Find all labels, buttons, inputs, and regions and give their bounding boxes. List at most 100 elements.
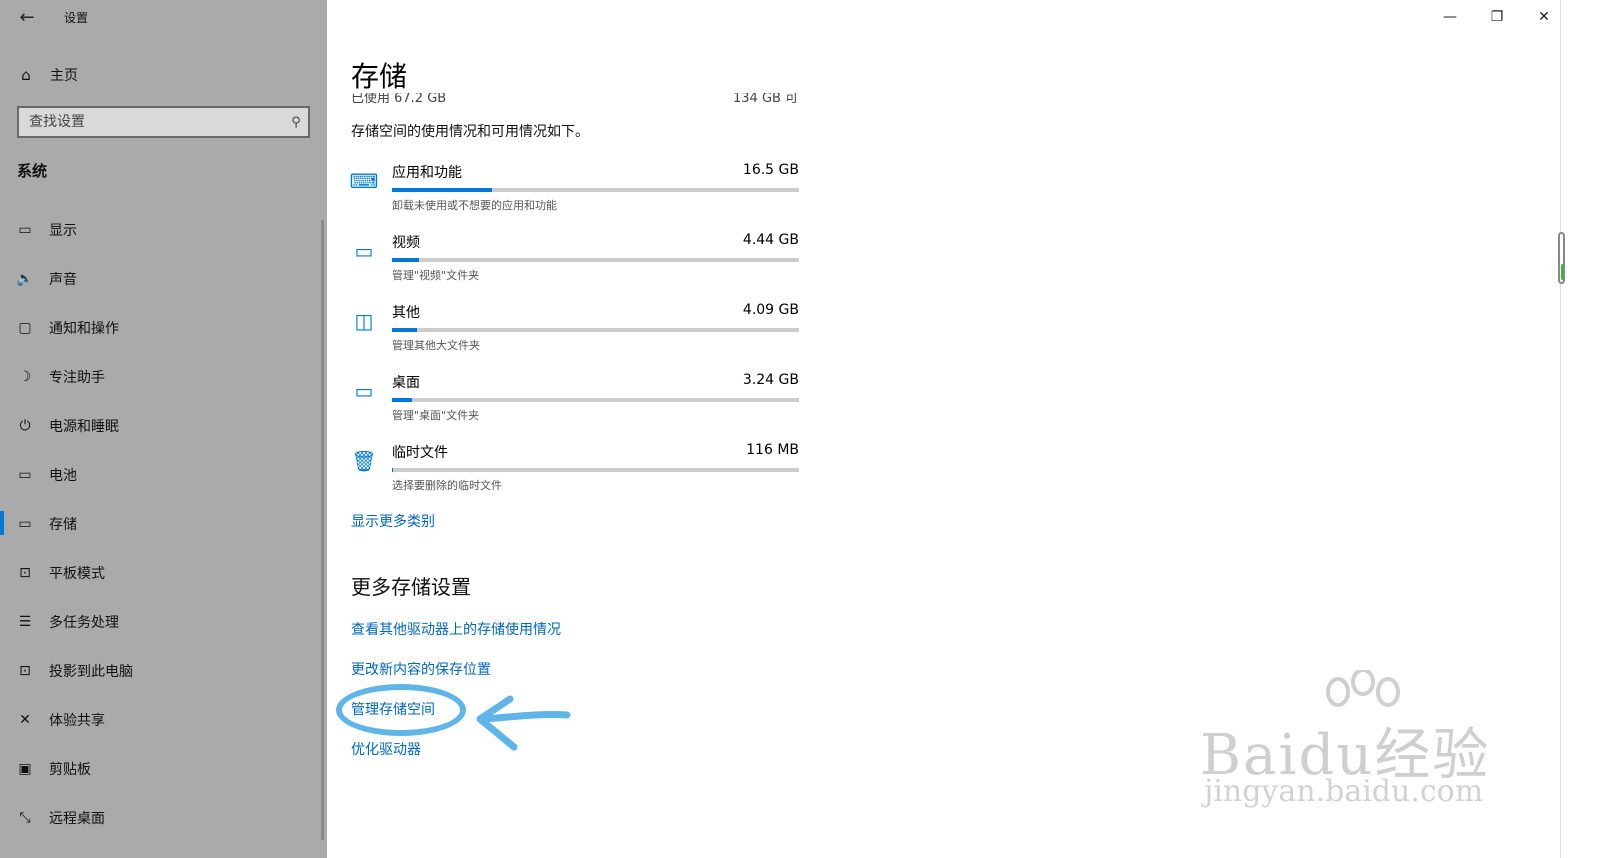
annotation-arrow-icon [476,695,571,751]
storage-category[interactable]: 🗑 临时文件 116 MB 选择要删除的临时文件 [351,442,801,500]
scrollbar-highlight [1561,264,1564,280]
sidebar-item-9[interactable]: ⊡ 投影到此电脑 [0,646,327,695]
category-name: 临时文件 [392,445,448,461]
restore-icon: ❐ [1490,9,1504,25]
arrow-left-icon: ← [19,6,35,28]
sidebar-item-label: 多任务处理 [49,614,119,631]
other-drives-usage-link[interactable]: 查看其他驱动器上的存储使用情况 [351,619,561,639]
search-box[interactable]: ⚲ [17,106,310,138]
usage-bar [392,398,799,402]
sidebar-item-label: 存储 [49,516,77,533]
sidebar-item-6[interactable]: ▭ 存储 [0,499,327,548]
sidebar-item-label: 电源和睡眠 [49,418,119,435]
category-name: 桌面 [392,375,420,391]
sidebar-item-label: 体验共享 [49,712,105,729]
category-name: 视频 [392,235,420,251]
sidebar-item-3[interactable]: ☽ 专注助手 [0,352,327,401]
storage-category[interactable]: ⌨ 应用和功能 16.5 GB 卸载未使用或不想要的应用和功能 [349,162,801,220]
desktop-icon: ▭ [354,379,374,403]
trash-icon: 🗑 [351,449,377,473]
sidebar-item-label: 投影到此电脑 [49,663,133,680]
sidebar-item-2[interactable]: ▢ 通知和操作 [0,303,327,352]
sidebar-item-label: 通知和操作 [49,320,119,337]
category-size: 4.44 GB [742,232,799,248]
battery-icon: ▭ [18,466,32,483]
change-save-location-link[interactable]: 更改新内容的保存位置 [351,659,491,679]
usage-bar [392,258,799,262]
main-scrollbar-track[interactable] [1560,0,1561,858]
storage-description: 存储空间的使用情况和可用情况如下。 [351,124,589,140]
notification-icon: ▢ [18,319,32,336]
monitor-icon: ▭ [18,221,32,238]
usage-bar-fill [392,188,492,192]
sidebar-item-0[interactable]: ▭ 显示 [0,205,327,254]
share-icon: ✕ [19,711,31,728]
sidebar-item-home[interactable]: ⌂ 主页 [0,60,327,90]
usage-bar [392,328,799,332]
sidebar-item-8[interactable]: ☰ 多任务处理 [0,597,327,646]
sidebar-item-label: 显示 [49,222,77,239]
more-storage-heading: 更多存储设置 [351,575,471,599]
minimize-button[interactable]: — [1427,4,1473,30]
title-bar: ← 设置 [0,0,327,34]
category-name: 应用和功能 [392,165,462,181]
category-description: 管理"视频"文件夹 [392,269,480,282]
keyboard-icon: ⌨ [349,169,379,193]
watermark-url: jingyan.baidu.com [1204,774,1484,809]
active-indicator [0,511,4,535]
sidebar-item-label: 剪贴板 [49,761,91,778]
remote-icon: ⤡ [19,809,31,826]
search-input[interactable] [19,114,284,130]
sidebar-nav: ▭ 显示 🔈 声音 ▢ 通知和操作 ☽ 专注助手 ⏻ 电源和睡眠 ▭ 电池 ▭ 存储 ⊡ 平板模式 ☰ 多任务处理… [0,205,327,842]
sidebar-item-4[interactable]: ⏻ 电源和睡眠 [0,401,327,450]
minimize-icon: — [1443,9,1457,25]
sidebar-item-label: 声音 [49,271,77,288]
project-icon: ⊡ [19,662,31,679]
sidebar-item-10[interactable]: ✕ 体验共享 [0,695,327,744]
storage-category[interactable]: ▭ 视频 4.44 GB 管理"视频"文件夹 [351,232,801,290]
usage-bar-fill [392,328,417,332]
sidebar-item-label: 远程桌面 [49,810,105,827]
speaker-icon: 🔈 [16,270,34,287]
usage-bar-fill [392,398,412,402]
page-title: 存储 [351,60,408,93]
sidebar-item-12[interactable]: ⤡ 远程桌面 [0,793,327,842]
category-name: 其他 [392,305,420,321]
sidebar: ← 设置 ⌂ 主页 ⚲ 系统 ▭ 显示 🔈 声音 ▢ 通知和操作 ☽ 专注助手 ⏻ 电源和睡眠 ▭ 电… [0,0,327,858]
category-size: 3.24 GB [742,372,799,388]
close-icon: ✕ [1538,9,1550,25]
clipboard-icon: ▣ [18,760,32,777]
section-heading: 系统 [17,162,48,180]
usage-bar [392,188,799,192]
storage-category[interactable]: ▭ 桌面 3.24 GB 管理"桌面"文件夹 [351,372,801,430]
sidebar-item-label: 专注助手 [49,369,105,386]
category-size: 16.5 GB [742,162,799,178]
category-description: 选择要删除的临时文件 [392,479,502,492]
power-icon: ⏻ [19,417,31,434]
sidebar-item-11[interactable]: ▣ 剪贴板 [0,744,327,793]
sidebar-item-1[interactable]: 🔈 声音 [0,254,327,303]
used-space-text: 已使用 67.2 GB [351,93,447,105]
optimize-drives-link[interactable]: 优化驱动器 [351,739,421,759]
storage-category[interactable]: ◫ 其他 4.09 GB 管理其他大文件夹 [351,302,801,360]
search-icon[interactable]: ⚲ [284,115,308,130]
usage-bar [392,468,799,472]
back-button[interactable]: ← [14,4,40,30]
usage-bar-fill [392,468,394,472]
usage-bar-fill [392,258,419,262]
sidebar-item-7[interactable]: ⊡ 平板模式 [0,548,327,597]
sidebar-item-label: 电池 [49,467,77,484]
show-more-categories-link[interactable]: 显示更多类别 [351,511,435,531]
free-space-text: 134 GB 可用 [733,93,799,105]
restore-button[interactable]: ❐ [1474,4,1520,30]
home-icon: ⌂ [21,66,31,84]
sidebar-item-label: 平板模式 [49,565,105,582]
category-description: 管理其他大文件夹 [392,339,480,352]
sidebar-item-5[interactable]: ▭ 电池 [0,450,327,499]
multitask-icon: ☰ [18,613,32,630]
document-icon: ◫ [354,309,374,333]
sidebar-item-label: 主页 [50,68,78,84]
video-icon: ▭ [354,239,374,263]
moon-icon: ☽ [18,368,32,385]
sidebar-scrollbar[interactable] [321,220,324,840]
